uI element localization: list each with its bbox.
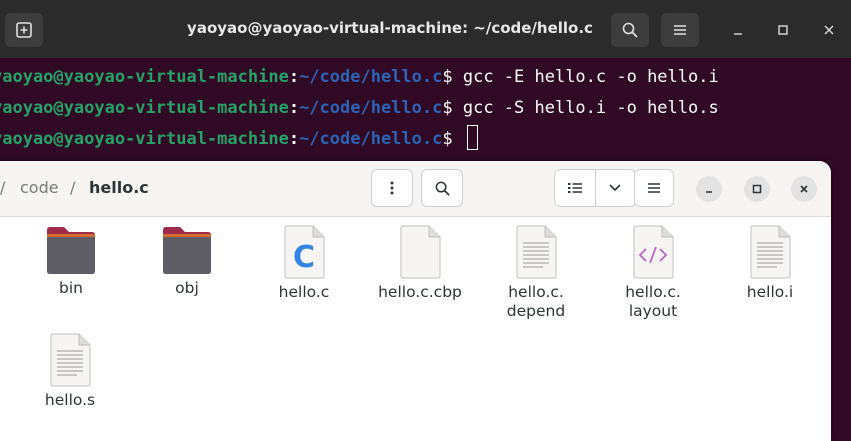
file-name: hello.c [278,283,330,301]
command-text: gcc -S hello.i -o hello.s [462,98,719,118]
vertical-ellipsis-icon [390,181,394,195]
svg-text:C: C [293,240,315,275]
view-options-dropdown[interactable] [596,170,635,206]
prompt-colon: : [288,129,300,149]
file-item-hello-c-depend[interactable]: hello.c. depend [476,225,596,321]
search-icon [435,181,449,195]
file-item-bin[interactable]: bin [11,225,131,298]
folder-icon [163,227,211,274]
hamburger-menu-icon [648,183,660,193]
prompt-colon: : [288,67,300,87]
list-view-button[interactable] [555,170,596,206]
hamburger-menu-icon [674,25,686,35]
minimize-icon [706,191,712,193]
file-item-obj[interactable]: obj [127,225,247,298]
terminal-cursor [466,125,478,150]
fm-close-button[interactable] [791,176,817,202]
fm-minimize-button[interactable] [696,176,722,202]
path-options-button[interactable] [371,169,413,207]
prompt-symbol: $ [442,98,463,118]
fm-maximize-button[interactable] [744,176,770,202]
search-button[interactable] [421,169,463,207]
blank-file-icon [400,225,441,279]
view-mode-button-group[interactable] [554,169,636,207]
maximize-icon [778,25,788,35]
prompt-path: ~/code/hello.c [299,67,443,87]
terminal-search-button[interactable] [611,13,649,47]
new-tab-icon [16,22,32,38]
xml-file-icon [633,225,674,279]
list-view-icon [567,183,582,193]
new-tab-button[interactable] [5,13,43,47]
prompt-user: yaoyao@yaoyao-virtual-machine [0,67,289,87]
file-item-hello-c-cbp[interactable]: hello.c.cbp [360,225,480,302]
terminal-title: yaoyao@yaoyao-virtual-machine: ~/code/he… [187,19,593,37]
file-item-hello-c-layout[interactable]: hello.c. layout [593,225,713,321]
prompt-path: ~/code/hello.c [299,98,443,118]
terminal-line: yaoyao@yaoyao-virtual-machine:~/code/hel… [0,124,719,155]
chevron-down-icon [609,184,622,192]
c-source-icon: C [284,225,325,279]
prompt-colon: : [288,98,300,118]
prompt-symbol: $ [442,129,463,149]
main-menu-button[interactable] [634,169,674,207]
file-manager-window[interactable]: / code / hello.c bin obj C hello.c hello… [0,161,831,441]
breadcrumb-code[interactable]: code [20,178,59,197]
file-name: hello.c. layout [625,283,681,320]
search-icon [622,22,638,38]
text-file-icon [50,333,91,387]
terminal-header-bar: yaoyao@yaoyao-virtual-machine: ~/code/he… [0,0,851,58]
file-name: hello.c.cbp [378,283,462,301]
terminal-close-button[interactable] [818,19,840,41]
file-item-hello-c[interactable]: C hello.c [244,225,364,302]
breadcrumb-separator: / [70,178,76,197]
prompt-user: yaoyao@yaoyao-virtual-machine [0,129,289,149]
terminal-line: yaoyao@yaoyao-virtual-machine:~/code/hel… [0,93,719,124]
command-text: gcc -E hello.c -o hello.i [462,67,719,87]
prompt-path: ~/code/hello.c [299,129,443,149]
terminal-output[interactable]: yaoyao@yaoyao-virtual-machine:~/code/hel… [0,62,719,155]
file-name: obj [175,279,199,297]
terminal-maximize-button[interactable] [772,19,794,41]
terminal-minimize-button[interactable] [727,19,749,41]
terminal-menu-button[interactable] [661,13,699,47]
close-icon [800,185,808,193]
file-item-hello-s[interactable]: hello.s [10,333,130,410]
folder-icon [47,227,95,274]
file-name: bin [59,279,83,297]
file-item-hello-i[interactable]: hello.i [710,225,830,302]
file-manager-header: / code / hello.c [0,161,831,217]
file-name: hello.s [44,391,96,409]
text-file-icon [516,225,557,279]
breadcrumb-separator: / [0,178,6,197]
minimize-icon [734,33,742,35]
breadcrumb-current[interactable]: hello.c [89,178,149,197]
close-icon [824,25,834,35]
prompt-user: yaoyao@yaoyao-virtual-machine [0,98,289,118]
text-file-icon [750,225,791,279]
file-name: hello.i [746,283,794,301]
maximize-icon [752,184,762,194]
file-name: hello.c. depend [506,283,566,320]
prompt-symbol: $ [442,67,463,87]
terminal-line: yaoyao@yaoyao-virtual-machine:~/code/hel… [0,62,719,93]
